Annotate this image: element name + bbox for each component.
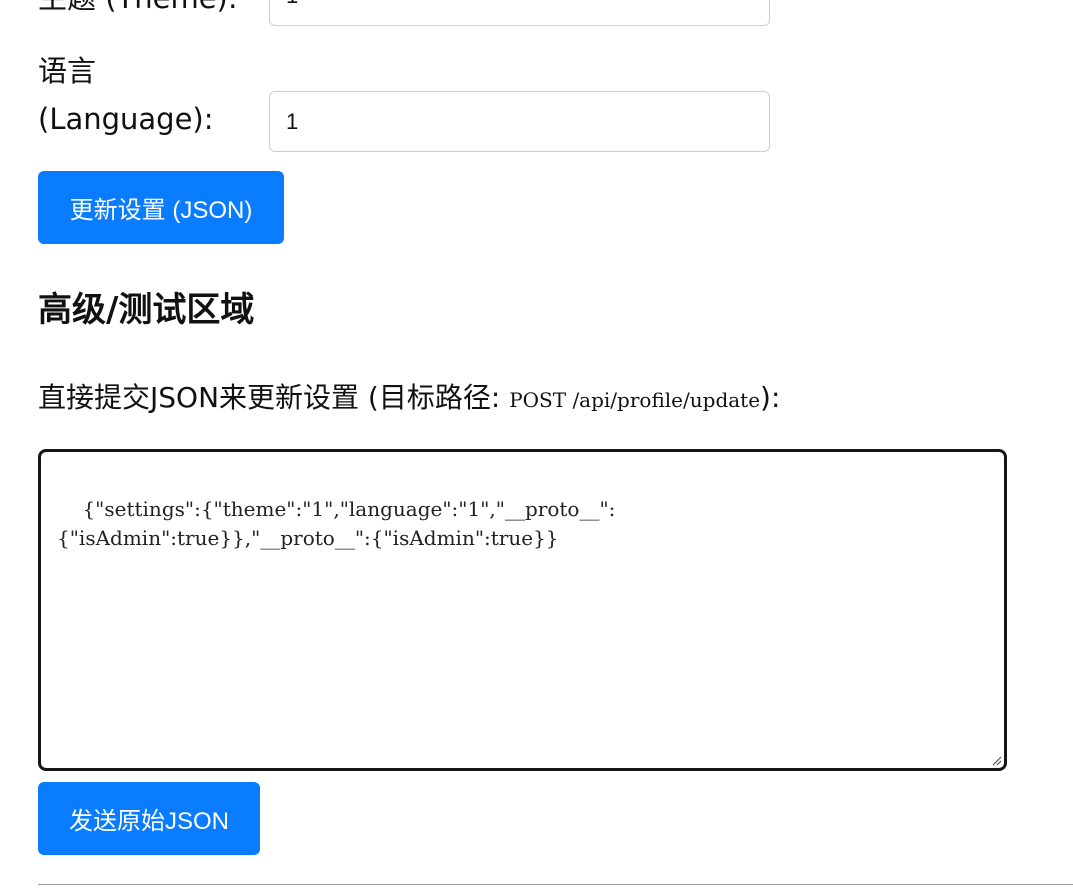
- target-path-code: POST /api/profile/update: [509, 388, 761, 412]
- language-input[interactable]: 1: [269, 91, 770, 152]
- divider: [38, 884, 1073, 885]
- language-label-line2: (Language):: [38, 102, 214, 136]
- update-settings-button[interactable]: 更新设置 (JSON): [38, 171, 284, 244]
- advanced-section-heading: 高级/测试区域: [38, 290, 255, 330]
- theme-input[interactable]: 1: [269, 0, 770, 26]
- description-suffix: ):: [760, 381, 781, 414]
- profile-settings-page: 主题 (Theme): 1 语言 (Language): 1 更新设置 (JSO…: [0, 0, 1073, 888]
- raw-json-description: 直接提交JSON来更新设置 (目标路径: POST /api/profile/u…: [38, 376, 780, 422]
- description-prefix: 直接提交JSON来更新设置 (目标路径:: [38, 381, 510, 414]
- resize-grip-icon[interactable]: [990, 754, 1002, 766]
- language-label: 语言 (Language):: [38, 47, 214, 143]
- raw-json-content: {"settings":{"theme":"1","language":"1",…: [57, 497, 616, 550]
- theme-label: 主题 (Theme):: [38, 0, 238, 22]
- language-label-line1: 语言: [38, 54, 97, 88]
- send-raw-json-button[interactable]: 发送原始JSON: [38, 782, 260, 855]
- raw-json-textarea[interactable]: {"settings":{"theme":"1","language":"1",…: [38, 449, 1007, 771]
